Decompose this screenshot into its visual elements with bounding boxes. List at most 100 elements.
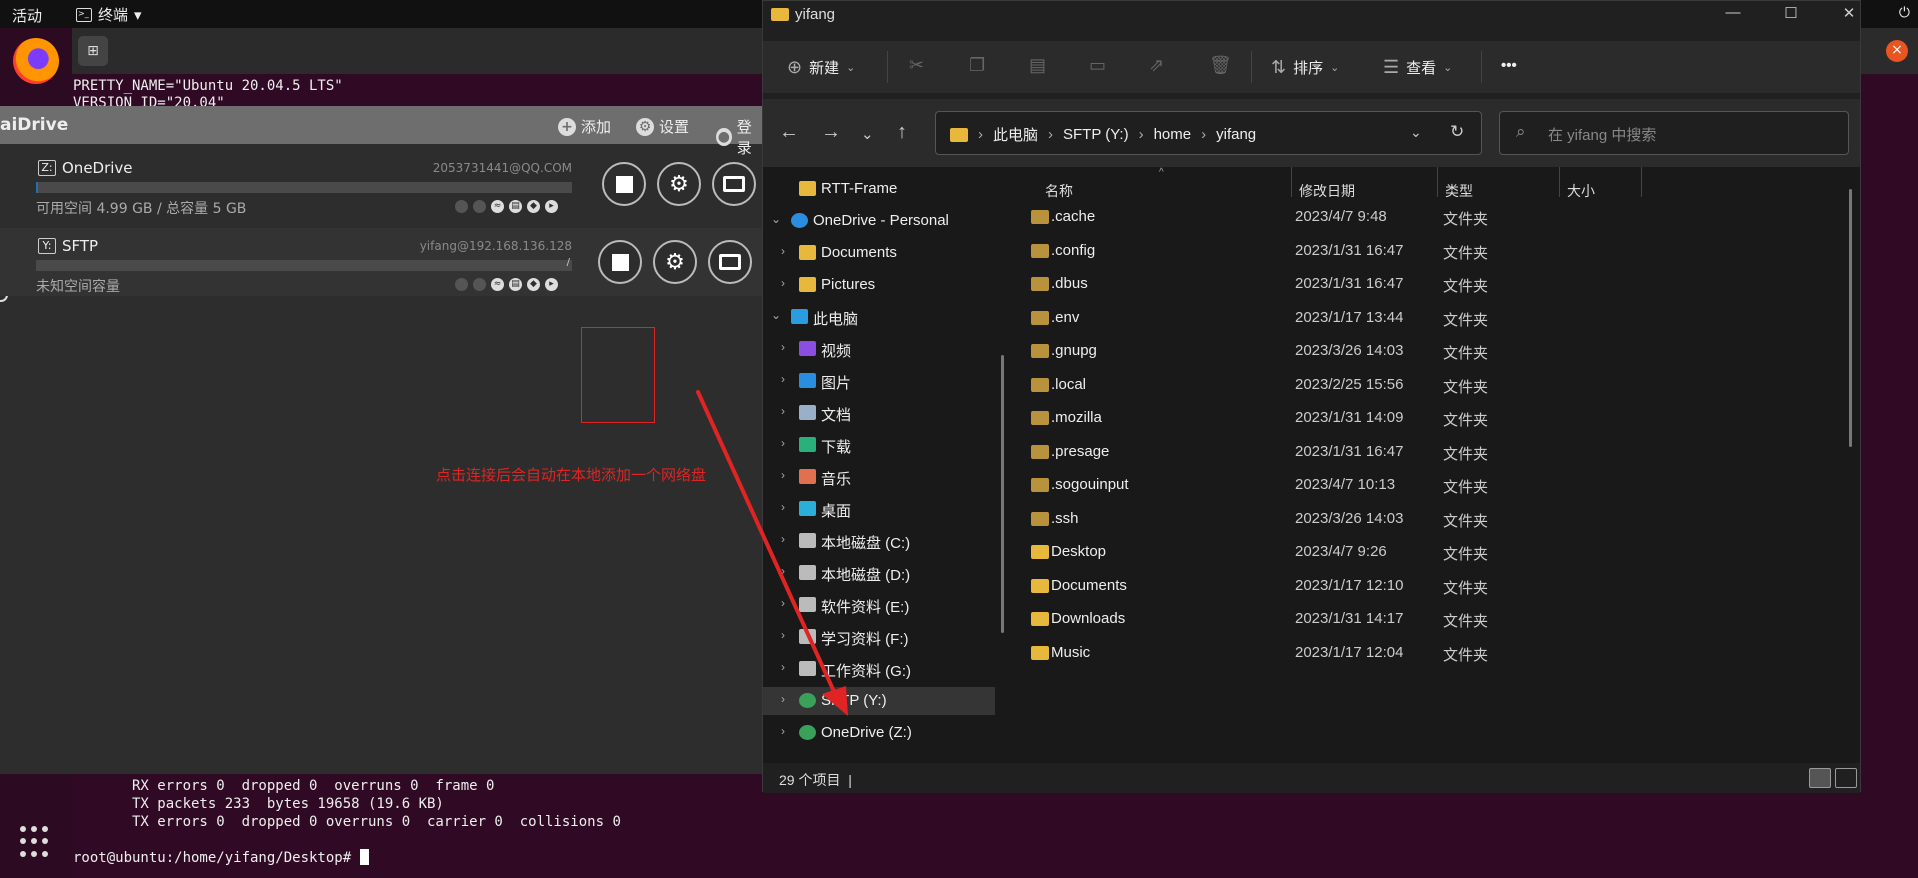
activities-button[interactable]: 活动 [12, 5, 42, 26]
nav-item[interactable]: › Documents [763, 239, 995, 267]
file-row[interactable]: Desktop 2023/4/7 9:26 文件夹 [1009, 536, 1849, 570]
cut-icon[interactable]: ✂ [909, 55, 924, 76]
chevron-icon[interactable]: › [781, 404, 785, 418]
column-divider[interactable] [1291, 167, 1292, 197]
nav-item[interactable]: › 视频 [763, 335, 995, 363]
file-row[interactable]: .mozilla 2023/1/31 14:09 文件夹 [1009, 402, 1849, 436]
open-folder-button[interactable] [708, 240, 752, 284]
breadcrumb-item[interactable]: SFTP (Y:) [1063, 126, 1129, 143]
refresh-icon[interactable]: ↻ [1450, 122, 1464, 142]
recent-chevron-icon[interactable]: ⌄ [861, 125, 874, 143]
details-view-icon[interactable] [1809, 768, 1831, 788]
chevron-icon[interactable]: › [781, 564, 785, 578]
terminal-close-button[interactable]: × [1886, 40, 1908, 62]
nav-item[interactable]: › 下载 [763, 431, 995, 459]
file-row[interactable]: .env 2023/1/17 13:44 文件夹 [1009, 302, 1849, 336]
chevron-icon[interactable]: › [781, 724, 785, 738]
chevron-icon[interactable]: › [781, 276, 785, 290]
power-icon[interactable]: ⏻ [1899, 5, 1910, 21]
delete-icon[interactable]: 🗑 [1209, 55, 1232, 76]
copy-icon[interactable]: ❐ [969, 55, 985, 76]
column-header-date[interactable]: 修改日期 [1299, 181, 1355, 201]
column-header-type[interactable]: 类型 [1445, 181, 1473, 201]
nav-item[interactable]: › 本地磁盘 (C:) [763, 527, 995, 555]
terminal-app-menu[interactable]: >_ 终端 ▾ [76, 4, 142, 25]
nav-item[interactable]: › 音乐 [763, 463, 995, 491]
nav-item[interactable]: › SFTP (Y:) [763, 687, 995, 715]
chevron-icon[interactable]: › [781, 596, 785, 610]
chevron-icon[interactable]: › [781, 692, 785, 706]
nav-item[interactable]: › 软件资料 (E:) [763, 591, 995, 619]
chevron-icon[interactable]: › [781, 436, 785, 450]
new-button[interactable]: ⊕ 新建 ⌄ [787, 57, 855, 78]
tiles-view-icon[interactable] [1835, 768, 1857, 788]
file-row[interactable]: .cache 2023/4/7 9:48 文件夹 [1009, 201, 1849, 235]
show-applications-icon[interactable] [20, 826, 52, 858]
search-input[interactable]: ⌕ 在 yifang 中搜索 [1499, 111, 1849, 155]
new-tab-button[interactable]: ⊞ [78, 36, 108, 66]
drive-settings-button[interactable]: ⚙ [657, 162, 701, 206]
firefox-icon[interactable] [13, 38, 59, 84]
nav-item[interactable]: › 图片 [763, 367, 995, 395]
settings-button[interactable]: ⚙ 设置 [636, 116, 689, 137]
chevron-icon[interactable]: › [781, 372, 785, 386]
file-row[interactable]: Documents 2023/1/17 12:10 文件夹 [1009, 570, 1849, 604]
chevron-icon[interactable]: › [781, 244, 785, 258]
breadcrumb-item[interactable]: home [1154, 126, 1192, 143]
nav-item[interactable]: › Pictures [763, 271, 995, 299]
column-divider[interactable] [1641, 167, 1642, 197]
nav-item[interactable]: › 桌面 [763, 495, 995, 523]
disconnect-button[interactable] [598, 240, 642, 284]
chevron-icon[interactable]: › [781, 500, 785, 514]
file-row[interactable]: Downloads 2023/1/31 14:17 文件夹 [1009, 603, 1849, 637]
terminal-prompt[interactable]: root@ubuntu:/home/yifang/Desktop# [73, 849, 369, 866]
add-button[interactable]: + 添加 [558, 116, 611, 137]
chevron-icon[interactable]: › [781, 660, 785, 674]
file-row[interactable]: Music 2023/1/17 12:04 文件夹 [1009, 637, 1849, 671]
chevron-down-icon[interactable]: ⌄ [1410, 124, 1422, 141]
nav-item[interactable]: › 学习资料 (F:) [763, 623, 995, 651]
column-divider[interactable] [1559, 167, 1560, 197]
nav-item[interactable]: › OneDrive (Z:) [763, 719, 995, 747]
column-divider[interactable] [1437, 167, 1438, 197]
nav-item[interactable]: › 本地磁盘 (D:) [763, 559, 995, 587]
address-bar[interactable]: › 此电脑 › SFTP (Y:) › home › yifang ⌄ ↻ [935, 111, 1482, 155]
file-scrollbar[interactable] [1849, 189, 1852, 447]
disconnect-button[interactable] [602, 162, 646, 206]
view-button[interactable]: ☰ 查看 ⌄ [1383, 57, 1452, 78]
paste-icon[interactable]: ▤ [1029, 55, 1046, 76]
chevron-icon[interactable]: › [781, 340, 785, 354]
file-row[interactable]: .dbus 2023/1/31 16:47 文件夹 [1009, 268, 1849, 302]
more-options-button[interactable]: ••• [1501, 57, 1517, 74]
share-icon[interactable]: ⇗ [1149, 55, 1164, 76]
nav-item[interactable]: › 文档 [763, 399, 995, 427]
up-arrow-icon[interactable]: ↑ [897, 121, 907, 144]
nav-scrollbar[interactable] [1001, 355, 1004, 633]
breadcrumb-item[interactable]: 此电脑 [993, 124, 1038, 145]
column-header-name[interactable]: 名称 [1045, 181, 1073, 201]
forward-arrow-icon[interactable]: → [821, 121, 841, 144]
rename-icon[interactable]: ▭ [1089, 55, 1106, 76]
file-row[interactable]: .local 2023/2/25 15:56 文件夹 [1009, 369, 1849, 403]
chevron-icon[interactable]: › [781, 628, 785, 642]
close-button[interactable]: ✕ [1829, 4, 1869, 22]
chevron-icon[interactable]: ⌄ [771, 308, 781, 322]
open-folder-button[interactable] [712, 162, 756, 206]
back-arrow-icon[interactable]: ← [779, 121, 799, 144]
file-row[interactable]: .presage 2023/1/31 16:47 文件夹 [1009, 436, 1849, 470]
nav-item[interactable]: RTT-Frame [763, 175, 995, 203]
drive-row-onedrive[interactable]: Z: OneDrive 2053731441@QQ.COM 可用空间 4.99 … [0, 150, 763, 218]
column-header-size[interactable]: 大小 [1567, 181, 1595, 201]
breadcrumb-item[interactable]: yifang [1216, 126, 1256, 143]
file-row[interactable]: .gnupg 2023/3/26 14:03 文件夹 [1009, 335, 1849, 369]
minimize-button[interactable]: — [1713, 4, 1753, 21]
file-row[interactable]: .sogouinput 2023/4/7 10:13 文件夹 [1009, 469, 1849, 503]
drive-row-sftp[interactable]: Y: SFTP yifang@192.168.136.128 / 未知空间容量 … [0, 228, 763, 296]
file-row[interactable]: .config 2023/1/31 16:47 文件夹 [1009, 235, 1849, 269]
chevron-icon[interactable]: ⌄ [771, 212, 781, 226]
file-row[interactable]: .ssh 2023/3/26 14:03 文件夹 [1009, 503, 1849, 537]
nav-item[interactable]: › 工作资料 (G:) [763, 655, 995, 683]
chevron-icon[interactable]: › [781, 532, 785, 546]
sort-button[interactable]: ⇅ 排序 ⌄ [1271, 57, 1339, 78]
nav-item[interactable]: ⌄ OneDrive - Personal [763, 207, 995, 235]
